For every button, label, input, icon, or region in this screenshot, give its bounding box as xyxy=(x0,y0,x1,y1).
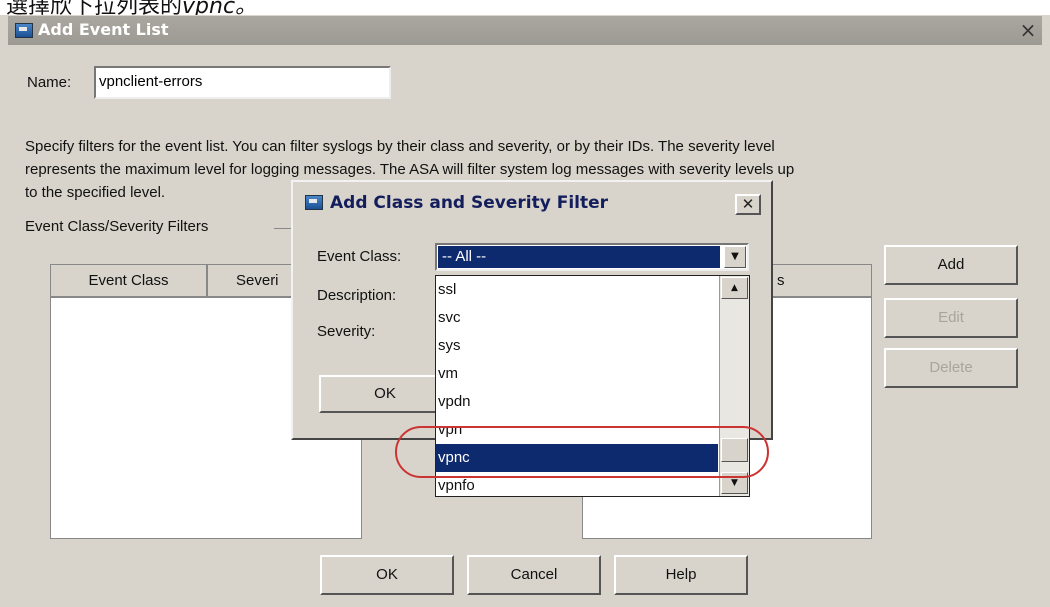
ids-header-label: s xyxy=(777,272,785,289)
event-class-selected-value: -- All -- xyxy=(438,246,720,268)
help-button[interactable]: Help xyxy=(614,555,748,595)
close-icon[interactable]: ✕ xyxy=(735,194,761,215)
column-header-event-class[interactable]: Event Class xyxy=(51,265,208,298)
dropdown-option-ssl[interactable]: ssl xyxy=(436,276,718,304)
dialog-title-bar[interactable]: Add Event List × xyxy=(8,16,1042,45)
filters-group-label: Event Class/Severity Filters xyxy=(25,218,209,235)
dropdown-option-svc[interactable]: svc xyxy=(436,304,718,332)
name-label: Name: xyxy=(27,74,72,91)
app-icon xyxy=(305,195,323,210)
chevron-down-icon[interactable]: ▼ xyxy=(724,246,746,268)
description-line: represents the maximum level for logging… xyxy=(25,161,795,178)
ok-button[interactable]: OK xyxy=(320,555,454,595)
dropdown-option-vm[interactable]: vm xyxy=(436,360,718,388)
scroll-up-icon[interactable]: ▲ xyxy=(721,277,748,299)
edit-button[interactable]: Edit xyxy=(884,298,1018,338)
cancel-button[interactable]: Cancel xyxy=(467,555,601,595)
name-field[interactable]: vpnclient-errors xyxy=(94,66,391,99)
event-class-label: Event Class: xyxy=(317,248,402,265)
description-line: Specify filters for the event list. You … xyxy=(25,138,775,155)
subdialog-title-bar[interactable]: Add Class and Severity Filter ✕ xyxy=(293,184,771,221)
subdialog-title: Add Class and Severity Filter xyxy=(330,193,609,213)
dropdown-option-vpdn[interactable]: vpdn xyxy=(436,388,718,416)
delete-button[interactable]: Delete xyxy=(884,348,1018,388)
close-icon[interactable]: × xyxy=(1016,18,1040,42)
highlight-ring xyxy=(395,426,769,478)
description-label: Description: xyxy=(317,287,397,304)
dropdown-option-sys[interactable]: sys xyxy=(436,332,718,360)
severity-label: Severity: xyxy=(317,323,376,340)
dialog-title: Add Event List xyxy=(38,20,169,39)
add-button[interactable]: Add xyxy=(884,245,1018,285)
event-class-select[interactable]: -- All -- ▼ xyxy=(435,243,749,271)
app-icon xyxy=(15,23,33,38)
subdialog-ok-button[interactable]: OK xyxy=(319,375,451,413)
